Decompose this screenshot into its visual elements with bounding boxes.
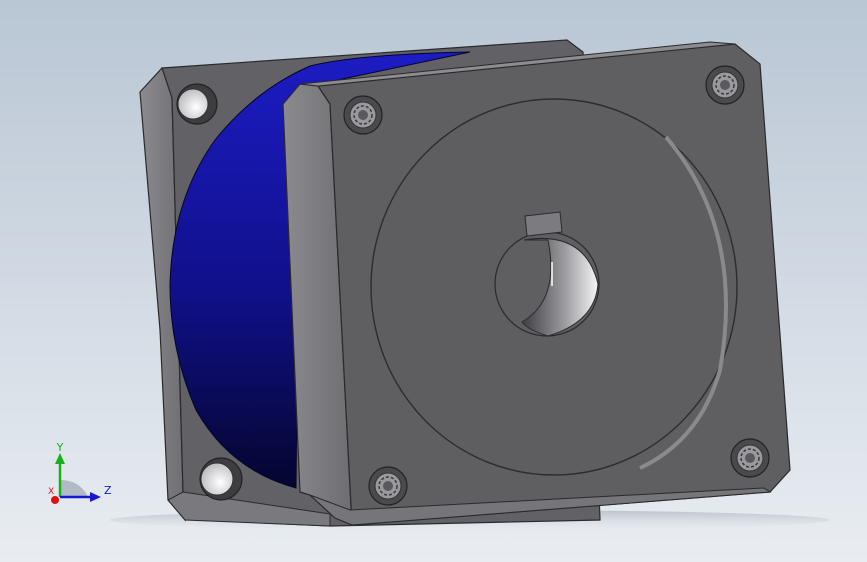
x-axis-label: X (48, 487, 54, 497)
triad-plane (60, 480, 88, 497)
y-axis-label: Y (56, 441, 64, 454)
back-plate-hole-top (176, 83, 218, 125)
front-flange-plate[interactable] (282, 41, 791, 526)
shaft-bore[interactable] (494, 231, 600, 337)
y-axis-arrowhead (55, 453, 65, 464)
tapped-hole-bottom-left (368, 466, 408, 506)
x-axis-arrowhead (51, 496, 59, 504)
z-axis-label: Z (104, 484, 112, 497)
z-axis-arrowhead (90, 492, 101, 502)
coordinate-triad[interactable]: Y Z X (40, 440, 120, 510)
tapped-hole-top-right (705, 65, 745, 105)
back-plate-hole-bottom (199, 457, 243, 501)
graphics-viewport[interactable]: Y Z X (0, 0, 867, 562)
tapped-hole-top-left (343, 95, 383, 135)
model-scene[interactable] (0, 0, 867, 562)
tapped-hole-bottom-right (730, 438, 770, 478)
keyway-slot (524, 211, 563, 237)
